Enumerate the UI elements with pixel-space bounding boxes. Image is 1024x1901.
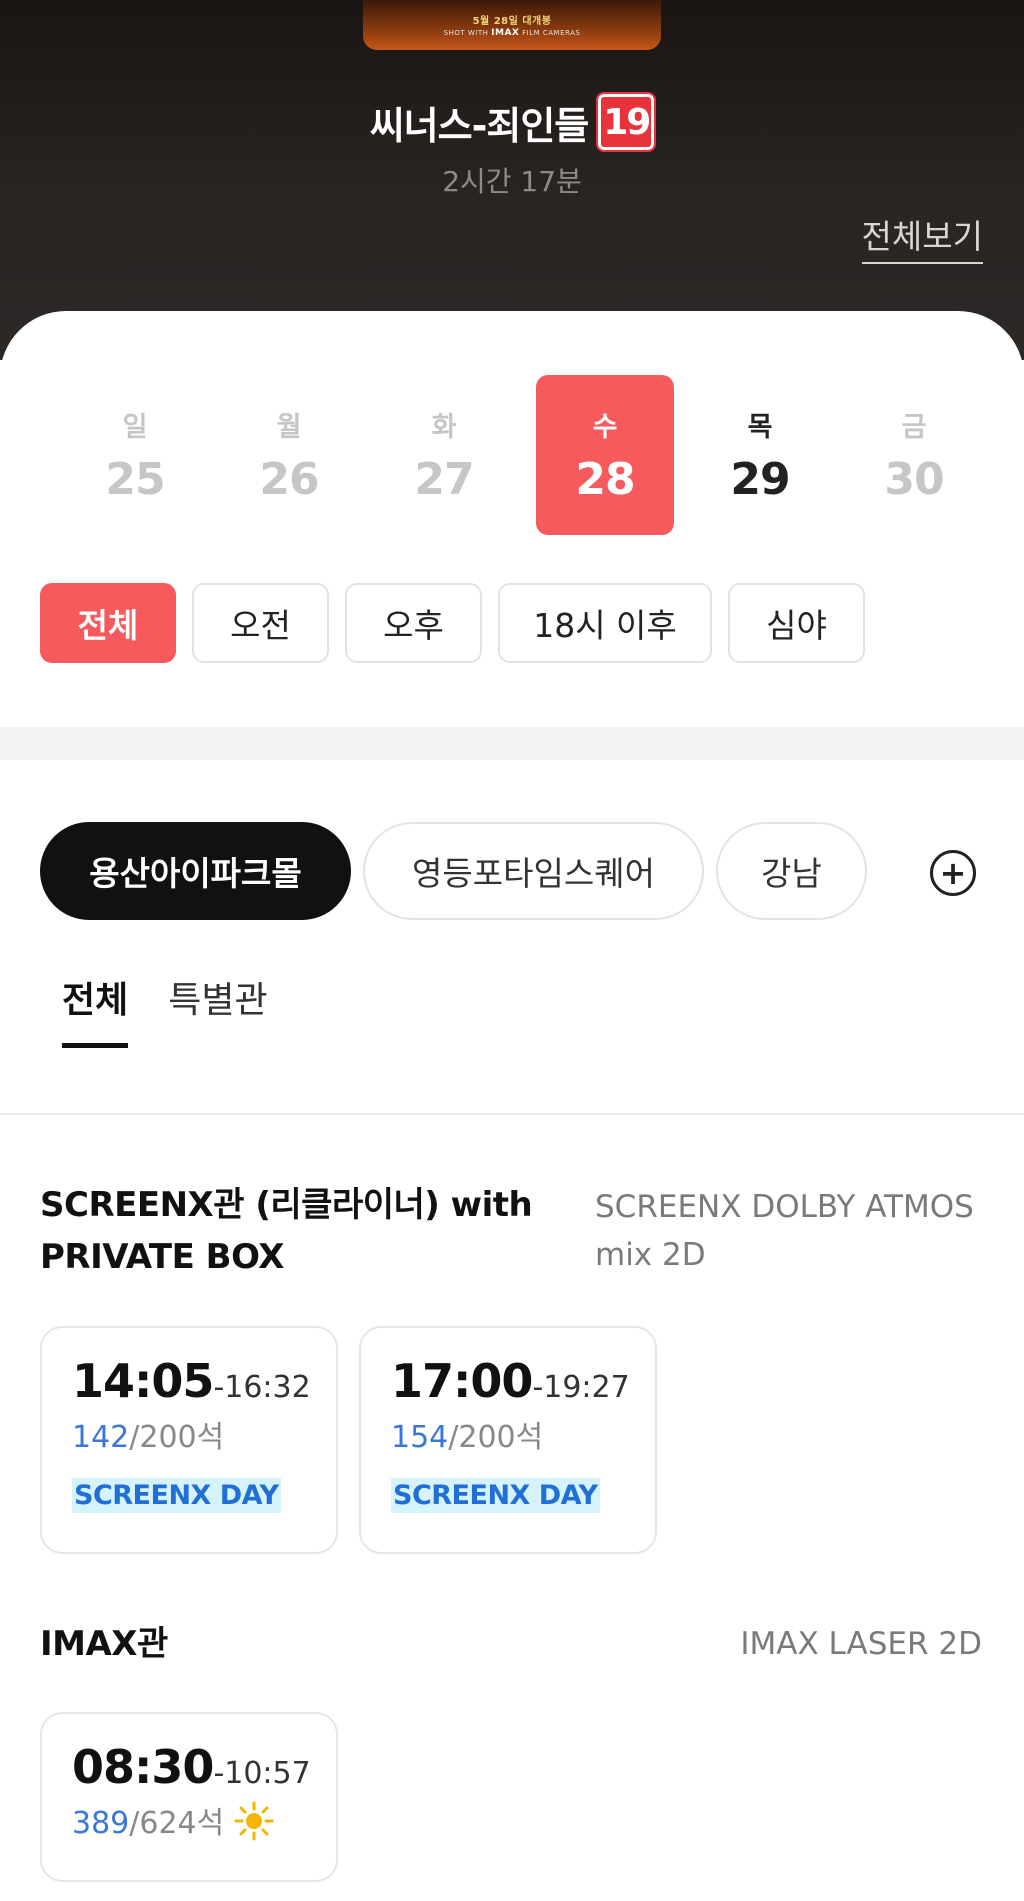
auditorium-name: SCREENX관 (리클라이너) with PRIVATE BOX: [40, 1185, 533, 1277]
time-filter-late-night[interactable]: 심야: [728, 583, 865, 663]
movie-title-row: 씨너스-죄인들 19: [0, 92, 1024, 152]
date-day: 27: [414, 454, 474, 505]
showtime-slot[interactable]: 17:00-19:27 154/200석 SCREENX DAY: [359, 1326, 657, 1554]
date-item[interactable]: 일 25: [66, 375, 204, 535]
theater-pill-yongsan[interactable]: 용산아이파크몰: [40, 822, 351, 920]
seat-availability: 154/200석: [391, 1420, 544, 1455]
date-item[interactable]: 화 27: [375, 375, 513, 535]
date-weekday: 월: [276, 412, 302, 443]
theater-pill-gangnam[interactable]: 강남: [716, 822, 867, 920]
time-filter-morning[interactable]: 오전: [192, 583, 329, 663]
screenx-day-tag: SCREENX DAY: [72, 1478, 281, 1513]
time-filter-afternoon[interactable]: 오후: [345, 583, 482, 663]
theater-pill-yeongdeungpo[interactable]: 영등포타임스퀘어: [363, 822, 704, 920]
poster-imax-text: SHOT WITH IMAX FILM CAMERAS: [443, 28, 581, 38]
showtime-slot[interactable]: 08:30-10:57 389/624석: [40, 1712, 338, 1882]
time-filter-all[interactable]: 전체: [40, 583, 176, 663]
poster-release-text: 5월 28일 대개봉: [472, 16, 552, 27]
date-selector: 일 25 월 26 화 27 수 28 목 29 금 30: [65, 375, 975, 535]
seat-availability: 389/624석: [72, 1798, 274, 1849]
movie-showtime-page: 5월 28일 대개봉 SHOT WITH IMAX FILM CAMERAS 씨…: [0, 0, 1024, 1901]
date-weekday: 일: [122, 412, 148, 443]
date-item-selected[interactable]: 수 28: [536, 375, 674, 535]
theater-selector: 용산아이파크몰 영등포타임스퀘어 강남: [40, 822, 867, 920]
date-item[interactable]: 목 29: [691, 375, 829, 535]
showtime-start: 14:05-16:32: [72, 1354, 311, 1408]
date-item[interactable]: 금 30: [845, 375, 983, 535]
date-day: 29: [730, 454, 790, 505]
date-day: 30: [884, 454, 944, 505]
time-filter-after-18[interactable]: 18시 이후: [498, 583, 712, 663]
add-theater-icon[interactable]: +: [930, 850, 976, 896]
showtime-slot[interactable]: 14:05-16:32 142/200석 SCREENX DAY: [40, 1326, 338, 1554]
sun-icon: [234, 1801, 274, 1849]
time-filter-chips: 전체 오전 오후 18시 이후 심야: [40, 583, 865, 663]
movie-poster[interactable]: 5월 28일 대개봉 SHOT WITH IMAX FILM CAMERAS: [363, 0, 661, 50]
age-rating-badge: 19: [596, 92, 657, 152]
tabs-divider: [0, 1113, 1024, 1115]
screen-type-tabs: 전체 특별관: [62, 971, 268, 1048]
date-day: 26: [259, 454, 319, 505]
showtime-end: -16:32: [213, 1370, 311, 1405]
date-day: 28: [575, 454, 635, 505]
showtime-end: -10:57: [213, 1756, 311, 1791]
date-weekday: 수: [592, 412, 618, 443]
date-day: 25: [105, 454, 165, 505]
showtime-start: 17:00-19:27: [391, 1354, 630, 1408]
date-weekday: 목: [747, 412, 773, 443]
tab-special[interactable]: 특별관: [168, 971, 267, 1048]
auditorium-format: IMAX LASER 2D: [740, 1626, 982, 1662]
showtime-end: -19:27: [532, 1370, 630, 1405]
showtime-sheet: 일 25 월 26 화 27 수 28 목 29 금 30 전체 오전 오후 1…: [0, 311, 1024, 1901]
seat-availability: 142/200석: [72, 1420, 225, 1455]
date-weekday: 금: [901, 412, 927, 443]
tab-all[interactable]: 전체: [62, 971, 129, 1048]
date-item[interactable]: 월 26: [220, 375, 358, 535]
auditorium-format: SCREENX DOLBY ATMOS mix 2D: [595, 1189, 974, 1273]
auditorium-name: IMAX관: [40, 1624, 168, 1664]
section-divider: [0, 727, 1024, 760]
screenx-day-tag: SCREENX DAY: [391, 1478, 600, 1513]
showtime-start: 08:30-10:57: [72, 1740, 311, 1794]
movie-title: 씨너스-죄인들: [369, 103, 590, 148]
view-all-link[interactable]: 전체보기: [861, 210, 983, 264]
movie-runtime: 2시간 17분: [442, 165, 582, 198]
movie-header: 5월 28일 대개봉 SHOT WITH IMAX FILM CAMERAS 씨…: [0, 0, 1024, 360]
date-weekday: 화: [431, 412, 457, 443]
